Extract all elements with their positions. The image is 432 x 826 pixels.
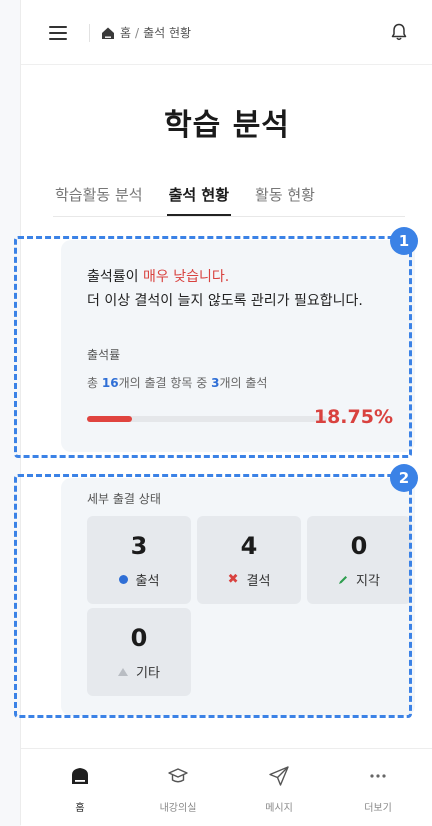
attendance-summary: 총 16개의 출결 항목 중 3개의 출석 [87,374,267,391]
tile-label: 지각 [356,574,380,589]
summary-mid: 개의 출결 항목 중 [118,376,212,390]
breadcrumb-separator: / [135,25,140,40]
attendance-progress-fill [87,416,132,422]
summary-total: 16 [101,376,119,390]
bottom-navigation: 홈 내강의실 메시지 더보기 [21,748,432,826]
nav-more[interactable]: 더보기 [333,765,423,814]
tile-attended[interactable]: 3 출석 [87,516,191,604]
hamburger-menu-icon[interactable] [49,26,67,40]
tile-absent[interactable]: 4 ✖ 결석 [197,516,301,604]
app-shell: 홈 / 출석 현황 학습 분석 학습활동 분석 출석 현황 활동 현황 출석률이… [20,0,432,826]
tile-count: 4 [240,532,258,560]
home-icon [102,27,114,39]
nav-my-classroom[interactable]: 내강의실 [133,765,223,814]
attendance-rate-label: 출석률 [87,348,121,362]
tab-attendance[interactable]: 출석 현황 [166,178,232,216]
breadcrumb-current: 출석 현황 [143,26,192,40]
more-dots-icon [370,774,386,778]
summary-prefix: 총 [87,376,102,390]
tile-label: 결석 [246,574,271,589]
tile-count: 0 [130,624,148,652]
breadcrumb: 홈 / 출석 현황 [101,24,191,41]
top-header: 홈 / 출석 현황 [21,0,432,65]
red-x-icon: ✖ [227,572,239,587]
attendance-warning-message: 출석률이 매우 낮습니다. [87,266,229,286]
breadcrumb-home-link[interactable]: 홈 [120,24,131,41]
detail-title: 세부 출결 상태 [87,492,161,506]
tile-count: 3 [130,532,148,560]
tile-other[interactable]: 0 기타 [87,608,191,696]
gray-triangle-icon [118,667,129,676]
warning-highlight: 매우 낮습니다. [142,269,230,285]
attendance-advice-message: 더 이상 결석이 늘지 않도록 관리가 필요합니다. [87,293,363,309]
annotation-badge-1: 1 [390,227,418,255]
nav-label: 홈 [75,803,85,814]
attendance-detail-card: 세부 출결 상태 3 출석 4 ✖ 결석 0 지각 0 기타 [61,478,415,716]
attendance-percent: 18.75% [313,406,393,428]
header-divider [89,24,90,42]
tile-late[interactable]: 0 지각 [307,516,411,604]
page-title: 학습 분석 [164,108,290,143]
tab-learning-activity[interactable]: 학습활동 분석 [53,178,145,214]
attendance-rate-card: 출석률이 매우 낮습니다. 더 이상 결석이 늘지 않도록 관리가 필요합니다.… [61,240,415,452]
tile-label: 출석 [135,574,160,589]
nav-messages[interactable]: 메시지 [234,765,324,814]
tab-activity-status[interactable]: 활동 현황 [253,178,317,214]
bell-icon[interactable] [389,22,409,42]
nav-label: 더보기 [364,803,392,814]
warning-prefix: 출석률이 [87,269,143,285]
annotation-badge-2: 2 [390,464,418,492]
attendance-progress-track [87,416,327,422]
nav-home[interactable]: 홈 [35,765,125,814]
analysis-tabs: 학습활동 분석 출석 현황 활동 현황 [53,178,405,217]
summary-suffix: 개의 출석 [219,376,268,390]
tile-label: 기타 [136,666,160,681]
home-icon [72,768,88,784]
green-pencil-icon [339,575,348,584]
graduation-cap-icon [168,768,188,783]
tile-count: 0 [350,532,368,560]
nav-label: 내강의실 [159,803,197,814]
nav-label: 메시지 [265,803,293,814]
blue-dot-icon [118,575,128,584]
paper-plane-icon [269,766,289,786]
